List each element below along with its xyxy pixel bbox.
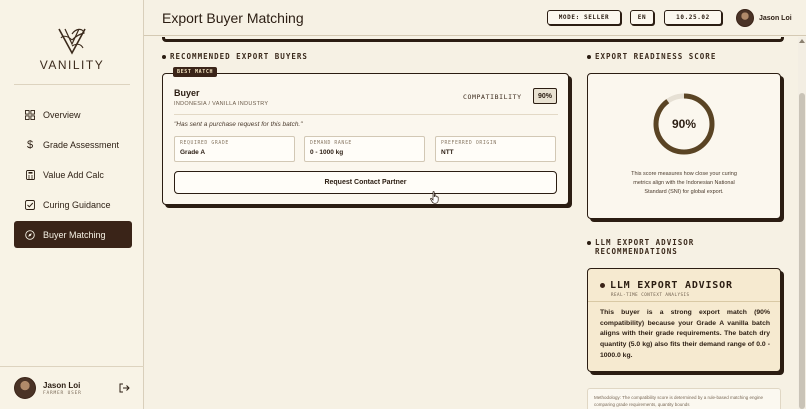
readiness-description: This score measures how close your curin…	[631, 171, 737, 195]
logout-icon[interactable]	[118, 382, 130, 394]
avatar[interactable]	[14, 377, 36, 399]
field-value: 0 - 1000 kg	[310, 149, 344, 156]
user-name: Jason Loi	[759, 14, 792, 22]
advisor-card: LLM EXPORT ADVISOR REAL-TIME CONTEXT ANA…	[587, 268, 781, 372]
user-name: Jason Loi	[43, 380, 81, 390]
brand-name: VANILITY	[39, 58, 105, 72]
sidebar-item-curing-guidance[interactable]: Curing Guidance	[14, 191, 132, 218]
sidebar-item-label: Overview	[43, 109, 81, 120]
top-header: Export Buyer Matching MODE: SELLER EN 10…	[144, 0, 806, 36]
vanilla-flower-logo-icon	[58, 28, 86, 55]
sidebar-item-grade-assessment[interactable]: $ Grade Assessment	[14, 131, 132, 158]
section-title-advisor: LLM EXPORT ADVISOR RECOMMENDATIONS	[587, 238, 737, 256]
sidebar-item-overview[interactable]: Overview	[14, 101, 132, 128]
avatar[interactable]	[736, 9, 754, 27]
hand-pointer-cursor-icon	[430, 191, 439, 204]
sidebar-item-label: Grade Assessment	[43, 139, 120, 150]
sidebar-item-label: Buyer Matching	[43, 229, 106, 240]
field-value: NTT	[441, 149, 454, 156]
grid-icon	[24, 109, 36, 121]
compass-icon	[24, 229, 36, 241]
header-user[interactable]: Jason Loi	[736, 9, 792, 27]
divider	[588, 301, 780, 302]
language-button[interactable]: EN	[630, 10, 654, 25]
required-grade-box: REQUIRED GRADE Grade A	[174, 136, 295, 162]
sidebar-item-buyer-matching[interactable]: Buyer Matching	[14, 221, 132, 248]
divider	[174, 114, 558, 115]
bullet-icon	[162, 54, 166, 59]
buyer-name: Buyer	[174, 88, 200, 98]
preferred-origin-box: PREFERRED ORIGIN NTT	[435, 136, 556, 162]
advisor-title: LLM EXPORT ADVISOR	[600, 280, 733, 291]
divider	[14, 84, 130, 85]
demand-range-box: DEMAND RANGE 0 - 1000 kg	[304, 136, 425, 162]
advisor-title-text: LLM EXPORT ADVISOR	[610, 280, 733, 291]
main-content: RECOMMENDED EXPORT BUYERS BEST MATCH Buy…	[144, 37, 798, 409]
vertical-scrollbar[interactable]	[798, 37, 806, 409]
section-title-text: RECOMMENDED EXPORT BUYERS	[170, 52, 308, 61]
sidebar-item-value-add-calc[interactable]: Value Add Calc	[14, 161, 132, 188]
calculator-icon	[24, 169, 36, 181]
buyer-subtitle: INDONESIA / VANILLA INDUSTRY	[174, 101, 269, 107]
section-title-readiness: EXPORT READINESS SCORE	[587, 52, 716, 61]
sidebar-nav: Overview $ Grade Assessment Value Add Ca…	[14, 101, 132, 251]
bullet-icon	[587, 54, 591, 59]
date-chip[interactable]: 10.25.02	[664, 10, 722, 25]
bullet-icon	[600, 283, 605, 288]
section-title-recommended: RECOMMENDED EXPORT BUYERS	[162, 52, 308, 61]
divider	[0, 366, 144, 367]
section-title-text: LLM EXPORT ADVISOR RECOMMENDATIONS	[595, 238, 695, 256]
buyer-card: BEST MATCH Buyer INDONESIA / VANILLA IND…	[162, 67, 569, 205]
field-label: REQUIRED GRADE	[180, 141, 229, 146]
checkbox-icon	[24, 199, 36, 211]
compatibility-value: 90%	[533, 88, 557, 104]
methodology-note: Methodology: The compatibility score is …	[587, 388, 781, 409]
sidebar-item-label: Curing Guidance	[43, 199, 111, 210]
dollar-icon: $	[26, 138, 34, 151]
sidebar: VANILITY Overview $ Grade Assessment Val…	[0, 0, 144, 409]
previous-card-edge	[162, 37, 784, 42]
scroll-up-icon[interactable]	[799, 39, 805, 43]
user-role: FARMER USER	[43, 390, 82, 396]
request-contact-partner-button[interactable]: Request Contact Partner	[174, 171, 557, 194]
advisor-body: This buyer is a strong export match (90%…	[600, 309, 770, 359]
field-label: DEMAND RANGE	[310, 141, 352, 146]
page-title: Export Buyer Matching	[162, 10, 304, 26]
best-match-badge: BEST MATCH	[173, 67, 218, 77]
brand-logo[interactable]: VANILITY	[0, 26, 144, 72]
buyer-quote: "Has sent a purchase request for this ba…	[174, 121, 303, 128]
advisor-subtitle: REAL-TIME CONTEXT ANALYSIS	[611, 292, 690, 297]
field-label: PREFERRED ORIGIN	[441, 141, 497, 146]
field-value: Grade A	[180, 149, 206, 156]
section-title-text: EXPORT READINESS SCORE	[595, 52, 717, 61]
sidebar-item-label: Value Add Calc	[43, 169, 104, 180]
bullet-icon	[587, 240, 591, 245]
scrollbar-thumb[interactable]	[799, 93, 805, 409]
readiness-score: 90%	[671, 117, 697, 131]
compatibility-label: COMPATIBILITY	[463, 93, 522, 101]
mode-toggle-button[interactable]: MODE: SELLER	[547, 10, 621, 25]
readiness-card: 90% This score measures how close your c…	[587, 73, 781, 219]
sidebar-user: Jason Loi FARMER USER	[14, 377, 130, 399]
